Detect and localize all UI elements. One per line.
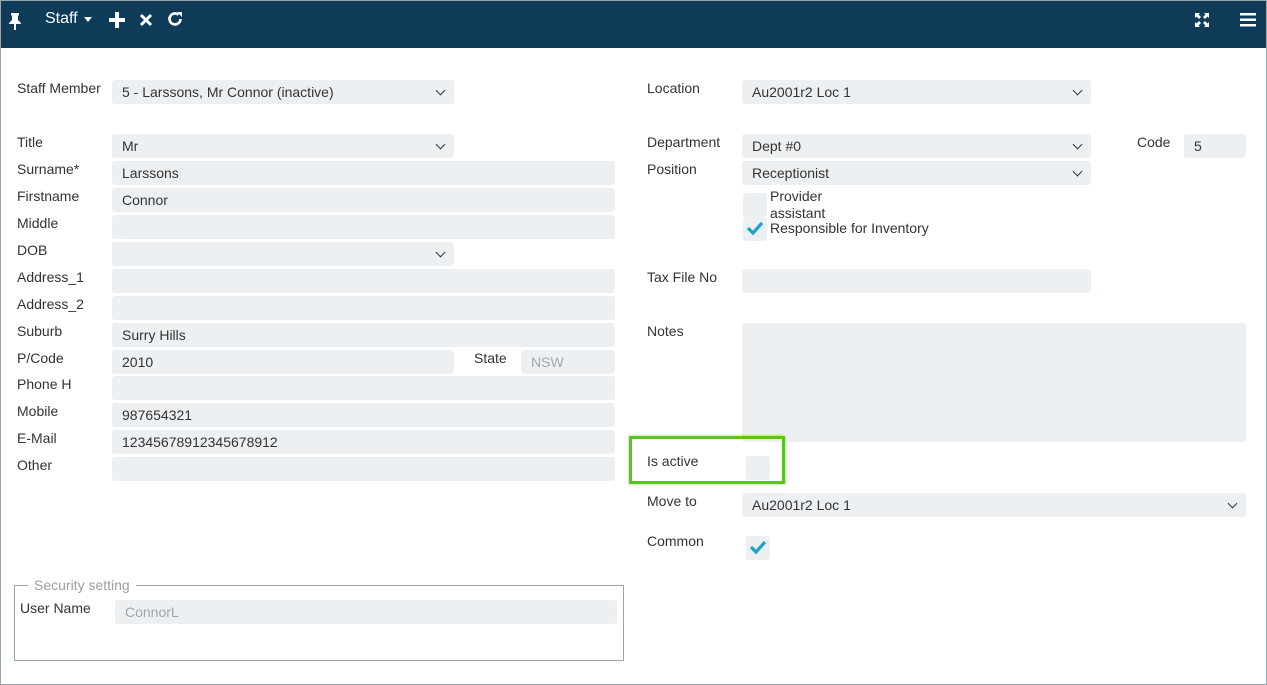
chevron-down-icon: [435, 139, 446, 150]
mobile-input[interactable]: 987654321: [112, 403, 615, 427]
chevron-down-icon: [435, 247, 446, 258]
email-label: E-Mail: [17, 430, 57, 446]
position-select[interactable]: Receptionist: [742, 161, 1091, 185]
title-label: Title: [17, 134, 43, 150]
surname-label: Surname*: [17, 161, 80, 177]
refresh-icon[interactable]: [166, 10, 184, 28]
chevron-down-icon: [1072, 85, 1083, 96]
phone-h-label: Phone H: [17, 376, 72, 392]
title-value: Mr: [122, 138, 139, 154]
chevron-down-icon: [435, 85, 446, 96]
firstname-label: Firstname: [17, 188, 80, 204]
chevron-down-icon: [1227, 498, 1238, 509]
department-label: Department: [647, 134, 721, 150]
chevron-down-icon: [1072, 139, 1083, 150]
address-1-input[interactable]: [112, 269, 615, 293]
tax-file-no-label: Tax File No: [647, 269, 718, 285]
notes-textarea[interactable]: [742, 323, 1246, 442]
suburb-label: Suburb: [17, 323, 63, 339]
notes-label: Notes: [647, 323, 684, 339]
move-to-label: Move to: [647, 493, 697, 509]
user-name-label: User Name: [20, 600, 91, 616]
pin-icon[interactable]: [8, 12, 22, 30]
provider-assistant-label-line2: assistant: [770, 205, 826, 221]
provider-assistant-checkbox[interactable]: [743, 193, 767, 217]
check-icon: [746, 221, 764, 236]
user-name-input: ConnorL: [115, 600, 617, 624]
address-2-input[interactable]: [112, 296, 615, 320]
dob-label: DOB: [17, 242, 48, 258]
mobile-label: Mobile: [17, 403, 59, 419]
other-label: Other: [17, 457, 53, 473]
firstname-input[interactable]: Connor: [112, 188, 615, 212]
security-setting-legend: Security setting: [28, 577, 136, 593]
x-icon[interactable]: [139, 13, 153, 27]
email-input[interactable]: 12345678912345678912: [112, 430, 615, 454]
location-select[interactable]: Au2001r2 Loc 1: [742, 80, 1091, 104]
chevron-down-icon: [1072, 166, 1083, 177]
surname-input[interactable]: Larssons: [112, 161, 615, 185]
other-input[interactable]: [112, 457, 615, 481]
staff-member-value: 5 - Larssons, Mr Connor (inactive): [122, 84, 334, 100]
position-value: Receptionist: [752, 165, 830, 181]
staff-member-label: Staff Member: [17, 80, 101, 96]
code-label: Code: [1137, 134, 1171, 150]
suburb-input[interactable]: Surry Hills: [112, 323, 615, 347]
provider-assistant-label-line1: Provider: [770, 188, 823, 204]
check-icon: [749, 540, 767, 555]
tax-file-no-input[interactable]: [742, 269, 1091, 293]
staff-menu-button[interactable]: Staff: [45, 10, 92, 28]
move-to-value: Au2001r2 Loc 1: [752, 497, 851, 513]
responsible-inventory-label: Responsible for Inventory: [770, 220, 929, 236]
toolbar-title: Staff: [45, 10, 78, 27]
phone-h-input[interactable]: [112, 376, 615, 400]
pcode-input[interactable]: 2010: [112, 350, 454, 374]
location-label: Location: [647, 80, 700, 96]
responsible-inventory-checkbox[interactable]: [743, 217, 767, 241]
dob-select[interactable]: [112, 242, 454, 266]
common-checkbox[interactable]: [746, 536, 770, 560]
move-to-select[interactable]: Au2001r2 Loc 1: [742, 493, 1246, 517]
state-input: NSW: [521, 350, 615, 374]
staff-member-select[interactable]: 5 - Larssons, Mr Connor (inactive): [112, 80, 454, 104]
caret-down-icon: [83, 16, 92, 22]
state-label: State: [474, 350, 507, 366]
position-label: Position: [647, 161, 697, 177]
code-input[interactable]: 5: [1184, 134, 1246, 158]
address-1-label: Address_1: [17, 269, 84, 285]
location-value: Au2001r2 Loc 1: [752, 84, 851, 100]
toolbar: Staff: [1, 1, 1266, 48]
expand-icon[interactable]: [1194, 12, 1210, 28]
middle-input[interactable]: [112, 215, 615, 239]
department-select[interactable]: Dept #0: [742, 134, 1091, 158]
common-label: Common: [647, 533, 704, 549]
middle-label: Middle: [17, 215, 59, 231]
hamburger-icon[interactable]: [1240, 13, 1256, 27]
address-2-label: Address_2: [17, 296, 84, 312]
pcode-label: P/Code: [17, 350, 64, 366]
is-active-highlight: [629, 436, 785, 484]
department-value: Dept #0: [752, 138, 802, 154]
plus-icon[interactable]: [109, 12, 125, 28]
title-select[interactable]: Mr: [112, 134, 454, 158]
